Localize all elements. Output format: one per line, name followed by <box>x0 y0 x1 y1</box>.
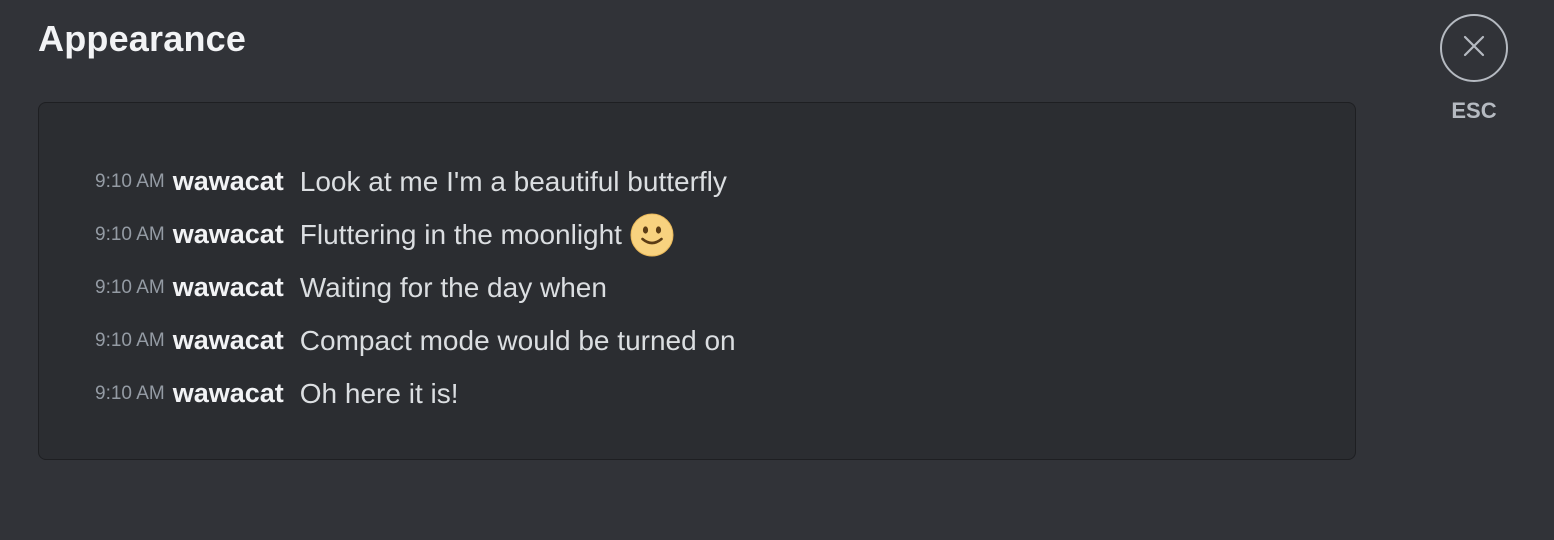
message-timestamp: 9:10 AM <box>95 223 165 245</box>
message-list: 9:10 AM wawacat Look at me I'm a beautif… <box>95 155 736 420</box>
close-settings: ESC <box>1438 14 1510 124</box>
message-text: Waiting for the day when <box>299 271 607 303</box>
message-row: 9:10 AM wawacat Fluttering in the moonli… <box>95 208 736 261</box>
page-title: Appearance <box>38 18 247 59</box>
message-text: Fluttering in the moonlight <box>299 218 622 250</box>
message-username[interactable]: wawacat <box>173 219 284 250</box>
message-timestamp: 9:10 AM <box>95 329 165 351</box>
message-username[interactable]: wawacat <box>173 325 284 356</box>
message-content: Fluttering in the moonlight <box>300 213 674 257</box>
message-timestamp: 9:10 AM <box>95 382 165 404</box>
message-row: 9:10 AM wawacat Compact mode would be tu… <box>95 314 736 367</box>
message-preview: 9:10 AM wawacat Look at me I'm a beautif… <box>38 102 1356 460</box>
slightly-smiling-face-emoji-icon <box>630 213 674 257</box>
message-text: Oh here it is! <box>299 377 459 409</box>
message-row: 9:10 AM wawacat Oh here it is! <box>95 367 736 420</box>
message-username[interactable]: wawacat <box>173 378 284 409</box>
settings-page: Appearance 9:10 AM wawacat Look at me I'… <box>0 0 1554 540</box>
message-text: Look at me I'm a beautiful butterfly <box>299 165 727 197</box>
message-row: 9:10 AM wawacat Waiting for the day when <box>95 261 736 314</box>
message-username[interactable]: wawacat <box>173 272 284 303</box>
close-button[interactable] <box>1440 14 1508 82</box>
message-text: Compact mode would be turned on <box>299 324 736 356</box>
close-icon <box>1462 34 1486 63</box>
message-row: 9:10 AM wawacat Look at me I'm a beautif… <box>95 155 736 208</box>
esc-label: ESC <box>1451 98 1497 123</box>
message-username[interactable]: wawacat <box>173 166 284 197</box>
message-timestamp: 9:10 AM <box>95 170 165 192</box>
message-timestamp: 9:10 AM <box>95 276 165 298</box>
